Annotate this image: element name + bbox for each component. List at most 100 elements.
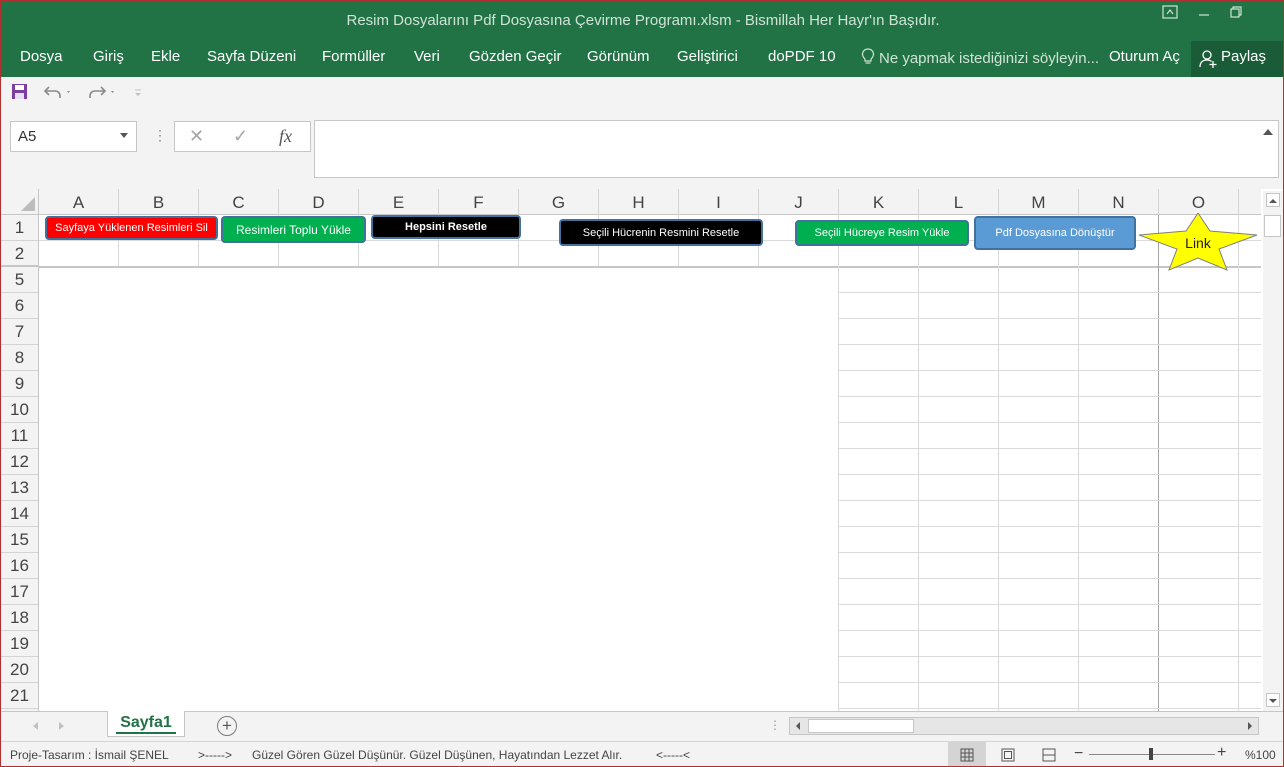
sign-in-link[interactable]: Oturum Aç <box>1109 48 1180 65</box>
insert-function-icon[interactable]: fx <box>279 126 292 147</box>
tab-developer[interactable]: Geliştirici <box>677 48 738 65</box>
tab-dopdf[interactable]: doPDF 10 <box>768 48 836 65</box>
column-header[interactable]: J <box>759 189 839 215</box>
gridline <box>839 500 1261 501</box>
minimize-icon[interactable] <box>1191 5 1217 23</box>
arrow-right-text: >-----> <box>198 748 232 762</box>
name-box[interactable]: A5 <box>10 121 137 152</box>
tab-home[interactable]: Giriş <box>93 48 124 65</box>
column-header[interactable]: A <box>39 189 119 215</box>
cell-area[interactable]: Sayfaya Yüklenen Resimleri Sil Resimleri… <box>39 215 1261 711</box>
row-header[interactable]: 20 <box>1 657 38 683</box>
chevron-left-icon[interactable] <box>793 721 803 731</box>
add-person-icon <box>1199 50 1217 68</box>
row-header[interactable]: 21 <box>1 683 38 709</box>
column-header[interactable]: O <box>1159 189 1239 215</box>
confirm-entry-icon[interactable]: ✓ <box>233 126 248 147</box>
tab-data[interactable]: Veri <box>414 48 440 65</box>
scroll-down-arrow[interactable] <box>1266 693 1280 707</box>
save-icon[interactable] <box>11 83 28 100</box>
column-header[interactable]: B <box>119 189 199 215</box>
formula-bar-grip[interactable]: ⋮ <box>153 127 167 144</box>
row-header[interactable]: 17 <box>1 579 38 605</box>
row-header[interactable]: 16 <box>1 553 38 579</box>
row-header[interactable]: 11 <box>1 423 38 449</box>
row-header[interactable]: 9 <box>1 371 38 397</box>
zoom-slider-thumb[interactable] <box>1149 748 1153 760</box>
scroll-up-arrow[interactable] <box>1266 193 1280 207</box>
column-header[interactable]: F <box>439 189 519 215</box>
horizontal-scroll-thumb[interactable] <box>808 719 914 733</box>
column-header[interactable]: N <box>1079 189 1159 215</box>
chevron-right-icon[interactable] <box>1245 721 1255 731</box>
tab-formulas[interactable]: Formüller <box>322 48 385 65</box>
redo-icon[interactable] <box>87 83 117 101</box>
column-header[interactable]: E <box>359 189 439 215</box>
prev-sheet-arrow-icon[interactable] <box>33 722 38 730</box>
next-sheet-arrow-icon[interactable] <box>59 722 64 730</box>
row-header[interactable]: 15 <box>1 527 38 553</box>
collapse-formula-bar-icon[interactable] <box>1263 129 1273 135</box>
tab-review[interactable]: Gözden Geçir <box>469 48 562 65</box>
row-header[interactable]: 6 <box>1 293 38 319</box>
normal-view-button[interactable] <box>948 742 986 766</box>
formula-controls: ✕ ✓ fx <box>174 121 311 152</box>
ribbon-display-options-icon[interactable] <box>1157 5 1183 23</box>
sheet-tab-label: Sayfa1 <box>120 714 172 731</box>
row-header[interactable]: 2 <box>1 241 38 267</box>
column-header[interactable]: M <box>999 189 1079 215</box>
customize-qat-icon[interactable] <box>133 89 143 97</box>
column-header[interactable]: K <box>839 189 919 215</box>
column-header[interactable]: D <box>279 189 359 215</box>
vertical-scrollbar[interactable] <box>1263 191 1283 711</box>
reset-all-button[interactable]: Hepsini Resetle <box>371 215 521 239</box>
row-header[interactable]: 10 <box>1 397 38 423</box>
chevron-down-icon[interactable] <box>120 133 128 138</box>
tell-me-text: Ne yapmak istediğinizi söyleyin... <box>879 50 1100 67</box>
convert-pdf-button[interactable]: Pdf Dosyasına Dönüştür <box>974 216 1136 250</box>
select-all-button[interactable] <box>1 189 39 215</box>
row-header[interactable]: 19 <box>1 631 38 657</box>
tab-file[interactable]: Dosya <box>20 48 63 65</box>
column-header[interactable]: H <box>599 189 679 215</box>
column-header[interactable]: I <box>679 189 759 215</box>
gridline <box>839 370 1261 371</box>
reset-selected-button[interactable]: Seçili Hücrenin Resmini Resetle <box>559 219 763 246</box>
row-header[interactable]: 8 <box>1 345 38 371</box>
column-header[interactable]: C <box>199 189 279 215</box>
tab-view[interactable]: Görünüm <box>587 48 650 65</box>
share-button[interactable]: Paylaş <box>1191 41 1283 77</box>
cancel-entry-icon[interactable]: ✕ <box>189 126 204 147</box>
row-header[interactable]: 1 <box>1 215 38 241</box>
page-layout-view-icon[interactable] <box>1001 748 1015 762</box>
add-sheet-button[interactable]: + <box>217 716 237 736</box>
restore-icon[interactable] <box>1223 5 1249 23</box>
upload-selected-button[interactable]: Seçili Hücreye Resim Yükle <box>795 220 969 246</box>
link-star-button[interactable]: Link <box>1137 213 1259 271</box>
row-header[interactable]: 7 <box>1 319 38 345</box>
row-header[interactable]: 18 <box>1 605 38 631</box>
row-header[interactable]: 14 <box>1 501 38 527</box>
lightbulb-icon <box>861 48 875 64</box>
horizontal-scrollbar[interactable] <box>789 717 1259 735</box>
row-header[interactable]: 12 <box>1 449 38 475</box>
delete-images-button[interactable]: Sayfaya Yüklenen Resimleri Sil <box>45 216 218 240</box>
vertical-scroll-thumb[interactable] <box>1264 215 1281 237</box>
zoom-in-icon[interactable]: + <box>1217 744 1226 762</box>
gridline <box>839 396 1261 397</box>
bulk-upload-button[interactable]: Resimleri Toplu Yükle <box>221 216 366 243</box>
row-header[interactable]: 13 <box>1 475 38 501</box>
tell-me-search[interactable]: Ne yapmak istediğinizi söyleyin... <box>861 48 1099 67</box>
formula-input[interactable] <box>314 120 1279 178</box>
column-header[interactable]: G <box>519 189 599 215</box>
sheet-tab-active[interactable]: Sayfa1 <box>107 711 185 737</box>
column-header[interactable]: L <box>919 189 999 215</box>
page-break-preview-icon[interactable] <box>1042 748 1056 762</box>
undo-icon[interactable] <box>43 83 73 101</box>
tab-insert[interactable]: Ekle <box>151 48 180 65</box>
zoom-out-icon[interactable]: − <box>1074 745 1083 763</box>
zoom-level[interactable]: %100 <box>1245 748 1276 762</box>
tab-page-layout[interactable]: Sayfa Düzeni <box>207 48 296 65</box>
tab-split-handle[interactable]: ⋮ <box>769 718 781 732</box>
row-header[interactable]: 5 <box>1 267 38 293</box>
